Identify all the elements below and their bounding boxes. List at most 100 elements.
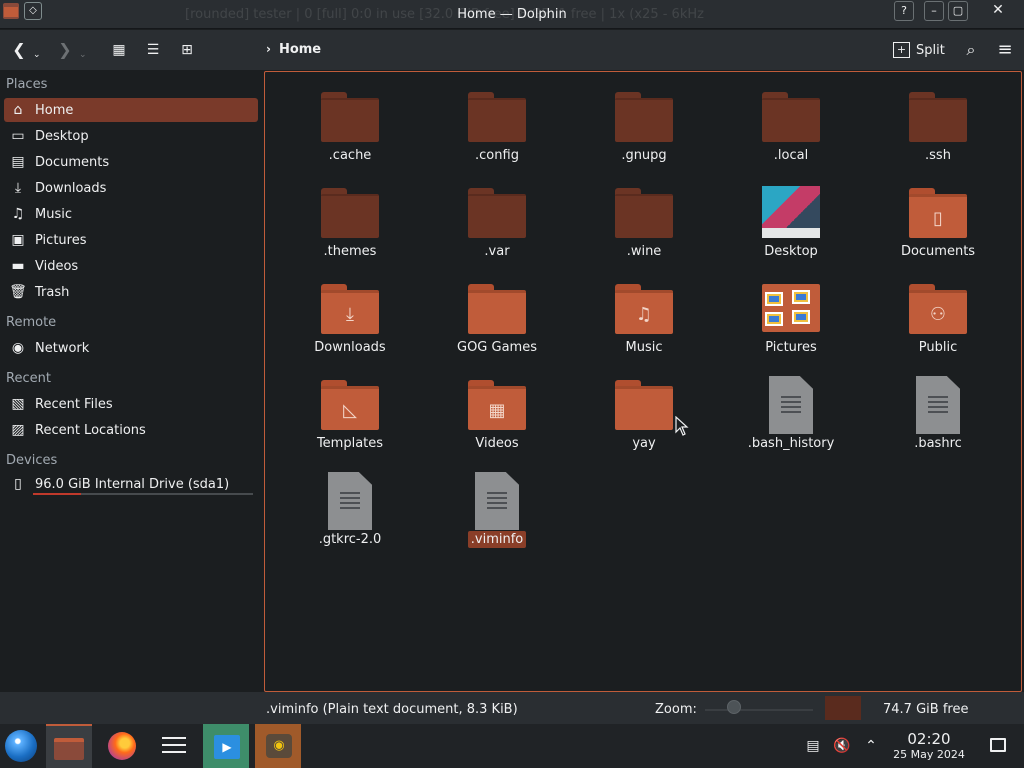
split-button[interactable]: + Split	[893, 40, 945, 60]
file-item[interactable]: GOG Games	[437, 268, 557, 358]
text-file-icon	[909, 376, 967, 434]
clock-time[interactable]: 02:20	[890, 730, 968, 748]
file-item[interactable]: .ssh	[878, 76, 998, 166]
sidebar-item-videos[interactable]: ▬ Videos	[4, 254, 258, 278]
sidebar-item-downloads[interactable]: ⤓ Downloads	[4, 176, 258, 200]
forward-icon[interactable]: ❯	[54, 40, 76, 62]
free-space-indicator[interactable]	[825, 696, 861, 720]
file-item-label: .viminfo	[437, 531, 557, 548]
taskbar-dolphin[interactable]	[46, 724, 92, 768]
file-item[interactable]: yay	[584, 364, 704, 454]
devices-section-title: Devices	[6, 453, 58, 468]
file-name: .cache	[328, 148, 372, 163]
volume-muted-icon[interactable]: 🔇	[833, 736, 851, 756]
file-item-label: yay	[584, 436, 704, 451]
status-info: .viminfo (Plain text document, 8.3 KiB)	[266, 702, 518, 717]
clock-date[interactable]: 25 May 2024	[886, 748, 972, 761]
sidebar-item-documents[interactable]: ▤ Documents	[4, 150, 258, 174]
file-item[interactable]: ⚇ Public	[878, 268, 998, 358]
folder-icon	[468, 280, 526, 336]
zoom-slider-handle[interactable]	[727, 700, 741, 714]
zoom-slider-track[interactable]	[705, 709, 813, 711]
folder-icon	[762, 88, 820, 144]
text-file-icon	[762, 376, 820, 434]
file-item[interactable]: .themes	[290, 172, 410, 262]
folder-icon: ▯	[909, 184, 967, 240]
help-button[interactable]: ?	[894, 1, 914, 21]
file-item[interactable]: ◺ Templates	[290, 364, 410, 454]
file-item-label: Documents	[878, 244, 998, 259]
minimize-button[interactable]: –	[924, 1, 944, 21]
start-orb-icon	[5, 730, 37, 762]
breadcrumb[interactable]: › Home	[266, 42, 321, 57]
file-name: .var	[484, 244, 510, 259]
free-space-label[interactable]: 74.7 GiB free	[883, 702, 968, 717]
file-item[interactable]: .bashrc	[878, 364, 998, 454]
details-view-icon[interactable]: ⊞	[176, 40, 198, 62]
file-item[interactable]: .var	[437, 172, 557, 262]
title-bar: ◇ [rounded] tester | 0 [full] 0:0 in use…	[0, 0, 1024, 29]
back-history-chevron-icon[interactable]: ⌄	[33, 50, 41, 60]
file-item-label: .gtkrc-2.0	[290, 532, 410, 547]
maximize-button[interactable]: ▢	[948, 1, 968, 21]
file-name: Documents	[900, 244, 976, 259]
file-name: .themes	[323, 244, 377, 259]
search-icon[interactable]: ⌕	[960, 40, 982, 62]
sidebar-item-pictures[interactable]: ▣ Pictures	[4, 228, 258, 252]
show-desktop-icon[interactable]	[990, 738, 1006, 752]
folder-icon	[615, 376, 673, 432]
file-item[interactable]: .bash_history	[731, 364, 851, 454]
back-icon[interactable]: ❮	[8, 40, 30, 62]
sidebar-item-home[interactable]: ⌂ Home	[4, 98, 258, 122]
sidebar-item-trash[interactable]: 🗑 Trash	[4, 280, 258, 304]
file-name: Desktop	[764, 244, 818, 259]
window-title: Home — Dolphin	[457, 7, 567, 22]
taskbar-mixer[interactable]	[150, 724, 196, 768]
sidebar-item-network[interactable]: ◉ Network	[4, 336, 258, 360]
file-item[interactable]: ▯ Documents	[878, 172, 998, 262]
file-item[interactable]: .gtkrc-2.0	[290, 460, 410, 550]
close-button[interactable]: ✕	[984, 1, 1012, 21]
clipboard-icon[interactable]: ▤	[804, 736, 822, 756]
tray-expand-chevron-icon[interactable]: ⌃	[862, 736, 880, 756]
sidebar-item-recent-files[interactable]: ▧ Recent Files	[4, 392, 258, 416]
file-item[interactable]: ♫ Music	[584, 268, 704, 358]
split-label: Split	[916, 42, 945, 58]
file-item[interactable]: .viminfo	[437, 460, 557, 550]
places-section-title: Places	[6, 77, 48, 92]
taskbar-store[interactable]: ▶	[203, 724, 249, 768]
file-item[interactable]: .wine	[584, 172, 704, 262]
sidebar-item-desktop[interactable]: ▭ Desktop	[4, 124, 258, 148]
file-item[interactable]: .local	[731, 76, 851, 166]
icons-view-icon[interactable]: ▦	[108, 40, 130, 62]
file-item-label: Videos	[437, 436, 557, 451]
breadcrumb-home[interactable]: Home	[279, 42, 321, 57]
file-item-label: .var	[437, 244, 557, 259]
sidebar-item-label: Documents	[35, 154, 110, 170]
file-item-label: Downloads	[290, 340, 410, 355]
folder-icon: ◺	[321, 376, 379, 432]
file-item[interactable]: .config	[437, 76, 557, 166]
file-name: .bashrc	[914, 436, 962, 451]
start-menu-button[interactable]	[0, 724, 46, 768]
text-file-icon	[468, 472, 526, 530]
folder-icon: ♫	[615, 280, 673, 336]
hamburger-menu-icon[interactable]: ≡	[994, 40, 1016, 62]
sidebar-item-recent-locations[interactable]: ▨ Recent Locations	[4, 418, 258, 442]
file-item[interactable]: ▦ Videos	[437, 364, 557, 454]
file-item[interactable]: Pictures	[731, 268, 851, 358]
sidebar-item-music[interactable]: ♫ Music	[4, 202, 258, 226]
file-item[interactable]: .gnupg	[584, 76, 704, 166]
split-icon: +	[893, 42, 910, 58]
forward-history-chevron-icon[interactable]: ⌄	[79, 50, 87, 60]
file-item-label: GOG Games	[437, 340, 557, 355]
compact-view-icon[interactable]: ☰	[142, 40, 164, 62]
taskbar-firefox[interactable]	[99, 724, 145, 768]
downloads-icon: ⤓	[14, 180, 22, 196]
file-item[interactable]: ⤓ Downloads	[290, 268, 410, 358]
firefox-icon	[108, 732, 136, 760]
file-item[interactable]: .cache	[290, 76, 410, 166]
file-item[interactable]: Desktop	[731, 172, 851, 262]
taskbar-gimp[interactable]: ◉	[255, 724, 301, 768]
file-name: .config	[475, 148, 519, 163]
